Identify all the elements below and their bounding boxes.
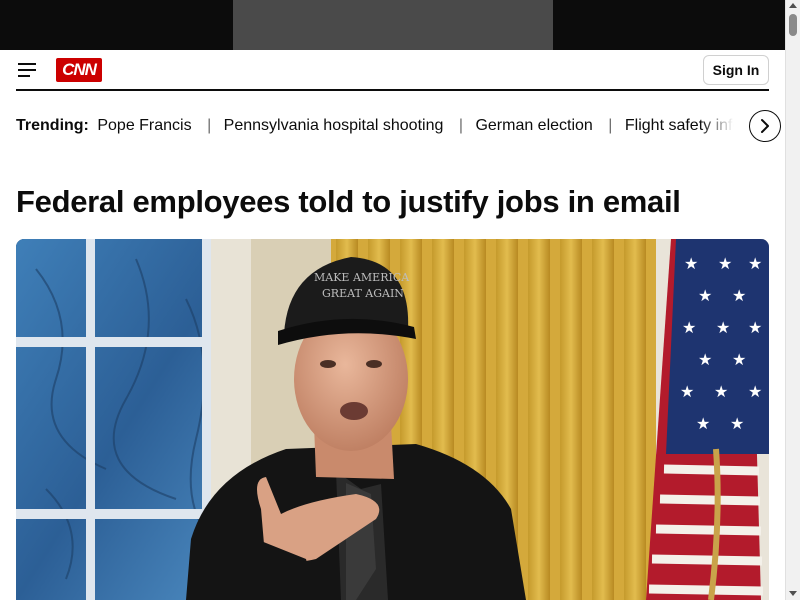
chevron-right-icon: [761, 119, 769, 133]
svg-text:★: ★: [680, 382, 694, 401]
article-headline[interactable]: Federal employees told to justify jobs i…: [16, 182, 776, 222]
cap-text-1: MAKE AMERICA: [314, 271, 410, 284]
site-header: CNN Sign In: [16, 50, 769, 91]
svg-text:★: ★: [714, 382, 728, 401]
svg-text:★: ★: [732, 286, 746, 305]
trending-separator: |: [207, 117, 212, 134]
trending-separator: |: [458, 117, 463, 134]
svg-text:★: ★: [682, 318, 696, 337]
trending-bar: Trending: Pope Francis | Pennsylvania ho…: [16, 112, 738, 140]
vertical-scrollbar[interactable]: [785, 0, 800, 600]
hero-image[interactable]: ★ ★ ★ ★ ★ ★ ★ ★ ★ ★ ★ ★ ★ ★ ★ MAKE AMERICA GREAT …: [16, 239, 769, 600]
trending-next-button[interactable]: [749, 110, 781, 142]
trending-separator: |: [608, 117, 613, 134]
svg-text:★: ★: [698, 286, 712, 305]
svg-text:★: ★: [748, 318, 762, 337]
top-ad-bar: [0, 0, 785, 50]
scroll-up-arrow-icon[interactable]: [789, 3, 797, 8]
sign-in-button[interactable]: Sign In: [703, 55, 769, 85]
trending-item-pennsylvania-hospital-shooting[interactable]: Pennsylvania hospital shooting: [224, 117, 444, 134]
ad-slot[interactable]: [233, 0, 553, 50]
svg-text:★: ★: [698, 350, 712, 369]
svg-text:★: ★: [732, 350, 746, 369]
hamburger-menu-icon[interactable]: [18, 62, 38, 78]
cap-text-2: GREAT AGAIN: [322, 287, 404, 300]
svg-text:★: ★: [730, 414, 744, 433]
trending-item-pope-francis[interactable]: Pope Francis: [97, 117, 191, 134]
svg-text:★: ★: [696, 414, 710, 433]
cnn-logo[interactable]: CNN: [56, 58, 102, 82]
svg-text:★: ★: [684, 254, 698, 273]
svg-text:★: ★: [748, 382, 762, 401]
trending-label: Trending:: [16, 117, 89, 134]
scroll-thumb[interactable]: [789, 14, 797, 36]
logo-text: CNN: [62, 60, 97, 79]
trending-item-german-election[interactable]: German election: [475, 117, 592, 134]
svg-text:★: ★: [716, 318, 730, 337]
trending-fade: [700, 112, 748, 140]
svg-text:★: ★: [748, 254, 762, 273]
scroll-down-arrow-icon[interactable]: [789, 591, 797, 596]
svg-text:★: ★: [718, 254, 732, 273]
